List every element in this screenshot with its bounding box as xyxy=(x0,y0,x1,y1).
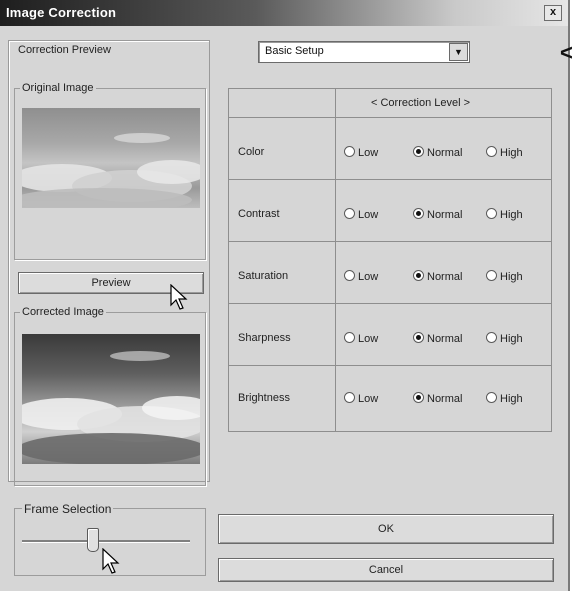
sharpness-normal-radio[interactable]: Normal xyxy=(413,332,462,345)
mouse-pointer-icon xyxy=(102,548,120,574)
correction-level-header: < Correction Level > xyxy=(371,97,471,109)
sharpness-low-radio[interactable]: Low xyxy=(344,332,378,345)
row-label-sharpness: Sharpness xyxy=(238,332,291,344)
row-label-brightness: Brightness xyxy=(238,392,290,404)
saturation-high-radio[interactable]: High xyxy=(486,270,523,283)
dropdown-selected-value: Basic Setup xyxy=(265,45,324,57)
sharpness-high-radio[interactable]: High xyxy=(486,332,523,345)
ok-button[interactable]: OK xyxy=(218,514,554,544)
corrected-image-label: Corrected Image xyxy=(20,306,106,318)
original-image-label: Original Image xyxy=(20,82,96,94)
color-high-radio[interactable]: High xyxy=(486,146,523,159)
mouse-pointer-icon xyxy=(170,284,188,310)
table-row-divider xyxy=(229,117,551,118)
color-low-radio[interactable]: Low xyxy=(344,146,378,159)
color-normal-radio[interactable]: Normal xyxy=(413,146,462,159)
frame-slider-thumb[interactable] xyxy=(86,528,99,552)
original-image xyxy=(22,108,200,208)
row-label-contrast: Contrast xyxy=(238,208,280,220)
table-row-divider xyxy=(229,365,551,366)
corrected-image xyxy=(22,334,200,464)
chevron-down-icon[interactable]: ▼ xyxy=(449,43,468,61)
correction-level-table: < Correction Level > xyxy=(228,88,552,432)
contrast-normal-radio[interactable]: Normal xyxy=(413,208,462,221)
saturation-normal-radio[interactable]: Normal xyxy=(413,270,462,283)
close-button[interactable]: x xyxy=(544,5,562,21)
brightness-normal-radio[interactable]: Normal xyxy=(413,392,462,405)
frame-slider-track[interactable] xyxy=(22,540,190,543)
brightness-low-radio[interactable]: Low xyxy=(344,392,378,405)
frame-selection-label: Frame Selection xyxy=(22,502,114,516)
title-bar[interactable]: Image Correction x xyxy=(0,0,568,26)
table-row-divider xyxy=(229,303,551,304)
contrast-high-radio[interactable]: High xyxy=(486,208,523,221)
cancel-button[interactable]: Cancel xyxy=(218,558,554,582)
brightness-high-radio[interactable]: High xyxy=(486,392,523,405)
saturation-low-radio[interactable]: Low xyxy=(344,270,378,283)
table-row-divider xyxy=(229,241,551,242)
annotation-arrow-mark: < xyxy=(560,40,573,65)
image-correction-window: Image Correction x Correction Preview Or… xyxy=(0,0,570,591)
contrast-low-radio[interactable]: Low xyxy=(344,208,378,221)
row-label-saturation: Saturation xyxy=(238,270,289,282)
table-column-divider xyxy=(335,89,336,431)
setup-preset-dropdown[interactable]: Basic Setup ▼ xyxy=(258,41,470,63)
correction-preview-heading: Correction Preview xyxy=(18,44,111,56)
row-label-color: Color xyxy=(238,146,265,158)
window-title: Image Correction xyxy=(6,5,117,20)
table-row-divider xyxy=(229,179,551,180)
